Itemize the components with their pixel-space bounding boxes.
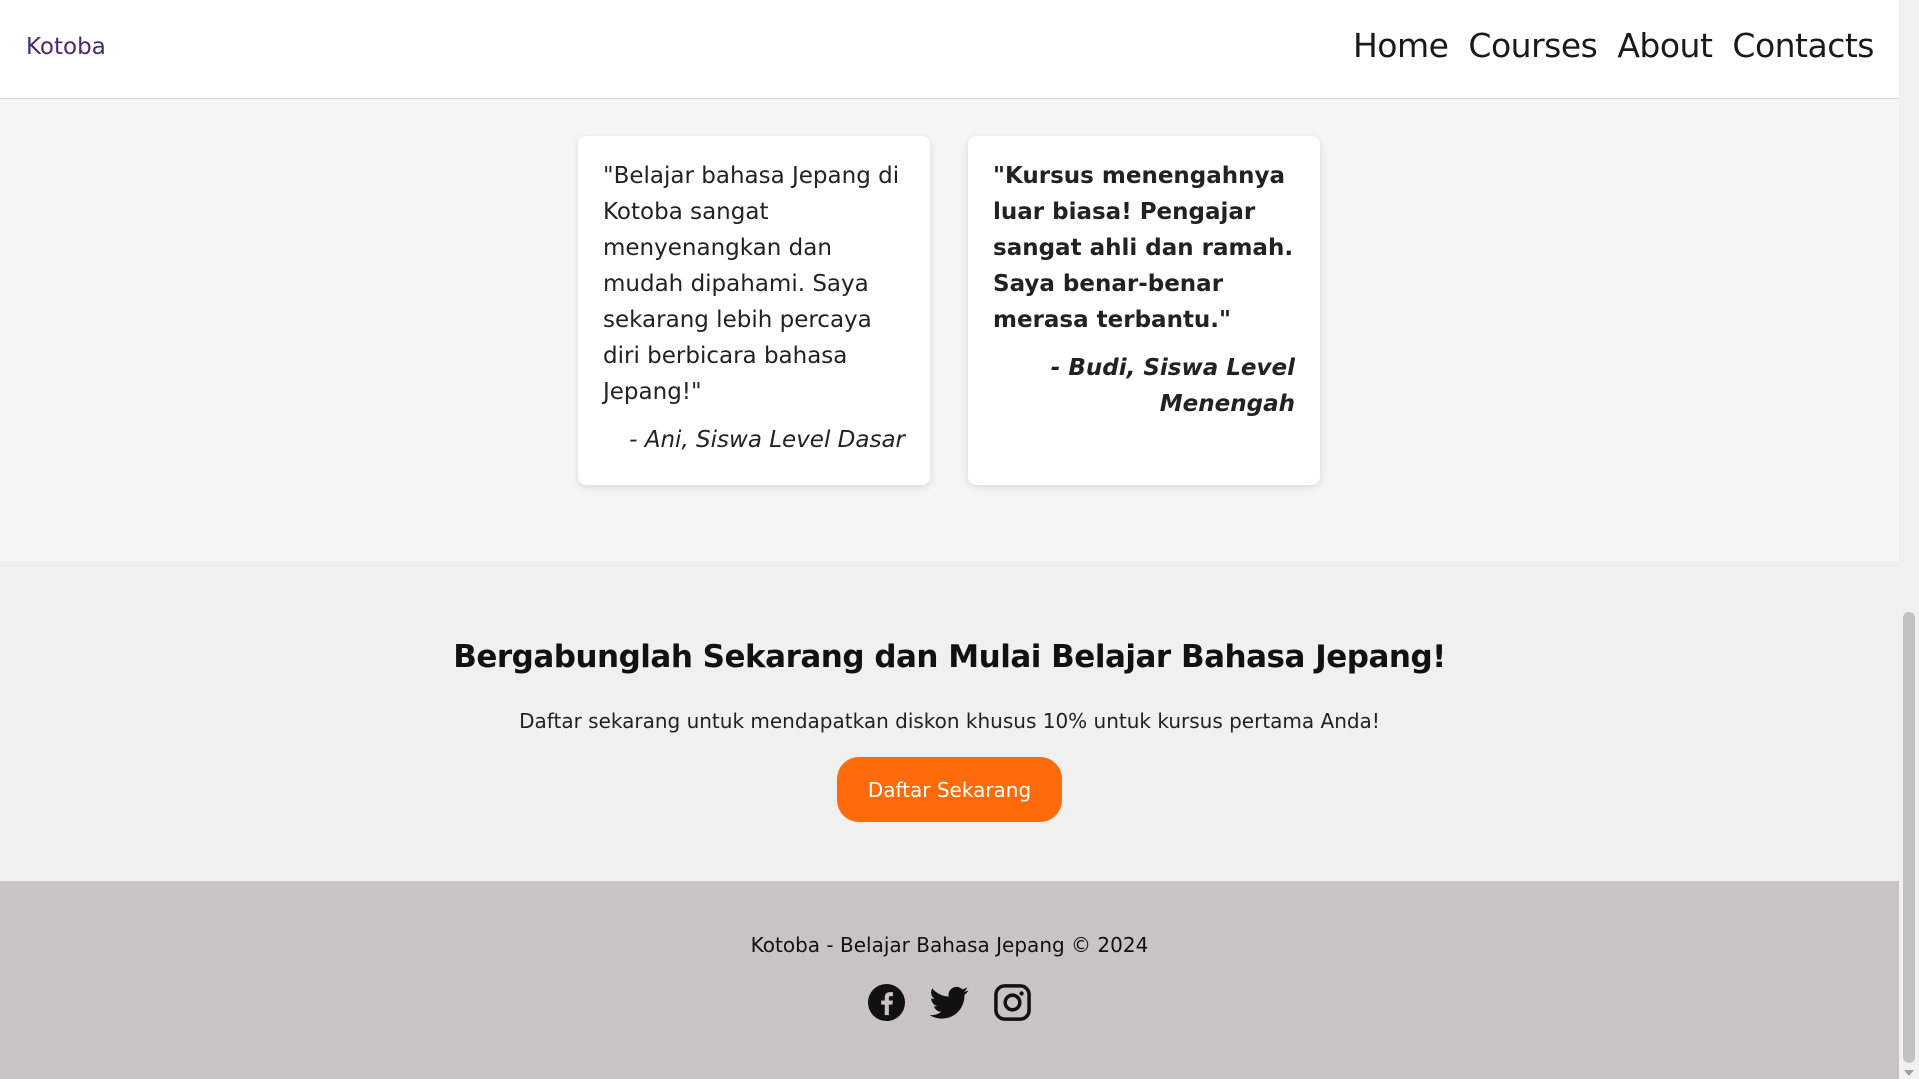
facebook-icon[interactable] — [867, 983, 906, 1022]
footer-copyright: Kotoba - Belajar Bahasa Jepang © 2024 — [750, 933, 1149, 957]
social-links — [867, 983, 1032, 1022]
vertical-scrollbar[interactable] — [1899, 0, 1919, 1079]
testimonial-author: - Budi, Siswa Level Menengah — [1050, 355, 1295, 417]
page: Kotoba Home Courses About Contacts "Bela… — [0, 0, 1899, 1079]
cta-section: Bergabunglah Sekarang dan Mulai Belajar … — [0, 561, 1899, 881]
cta-title: Bergabunglah Sekarang dan Mulai Belajar … — [453, 639, 1446, 675]
testimonial-card: "Belajar bahasa Jepang di Kotoba sangat … — [578, 136, 930, 485]
register-button[interactable]: Daftar Sekarang — [837, 757, 1062, 822]
navbar: Kotoba Home Courses About Contacts — [0, 0, 1899, 99]
cta-text: Daftar sekarang untuk mendapatkan diskon… — [519, 709, 1380, 733]
logo[interactable]: Kotoba — [26, 34, 106, 60]
main-nav: Home Courses About Contacts — [1353, 26, 1875, 65]
testimonial-author: - Ani, Siswa Level Dasar — [629, 427, 905, 453]
testimonial-quote: "Kursus menengahnya luar biasa! Pengajar… — [993, 163, 1294, 333]
testimonials-section: "Belajar bahasa Jepang di Kotoba sangat … — [0, 99, 1899, 561]
testimonial-quote: "Belajar bahasa Jepang di Kotoba sangat … — [603, 163, 900, 405]
nav-link-about[interactable]: About — [1617, 26, 1713, 65]
footer: Kotoba - Belajar Bahasa Jepang © 2024 — [0, 881, 1899, 1079]
twitter-icon[interactable] — [930, 983, 969, 1022]
nav-link-contacts[interactable]: Contacts — [1732, 26, 1874, 65]
instagram-icon[interactable] — [993, 983, 1032, 1022]
nav-link-home[interactable]: Home — [1353, 26, 1449, 65]
scroll-down-arrow-icon[interactable] — [1904, 1070, 1914, 1076]
scrollbar-thumb[interactable] — [1903, 612, 1915, 1063]
nav-link-courses[interactable]: Courses — [1468, 26, 1597, 65]
testimonial-card: "Kursus menengahnya luar biasa! Pengajar… — [968, 136, 1320, 485]
